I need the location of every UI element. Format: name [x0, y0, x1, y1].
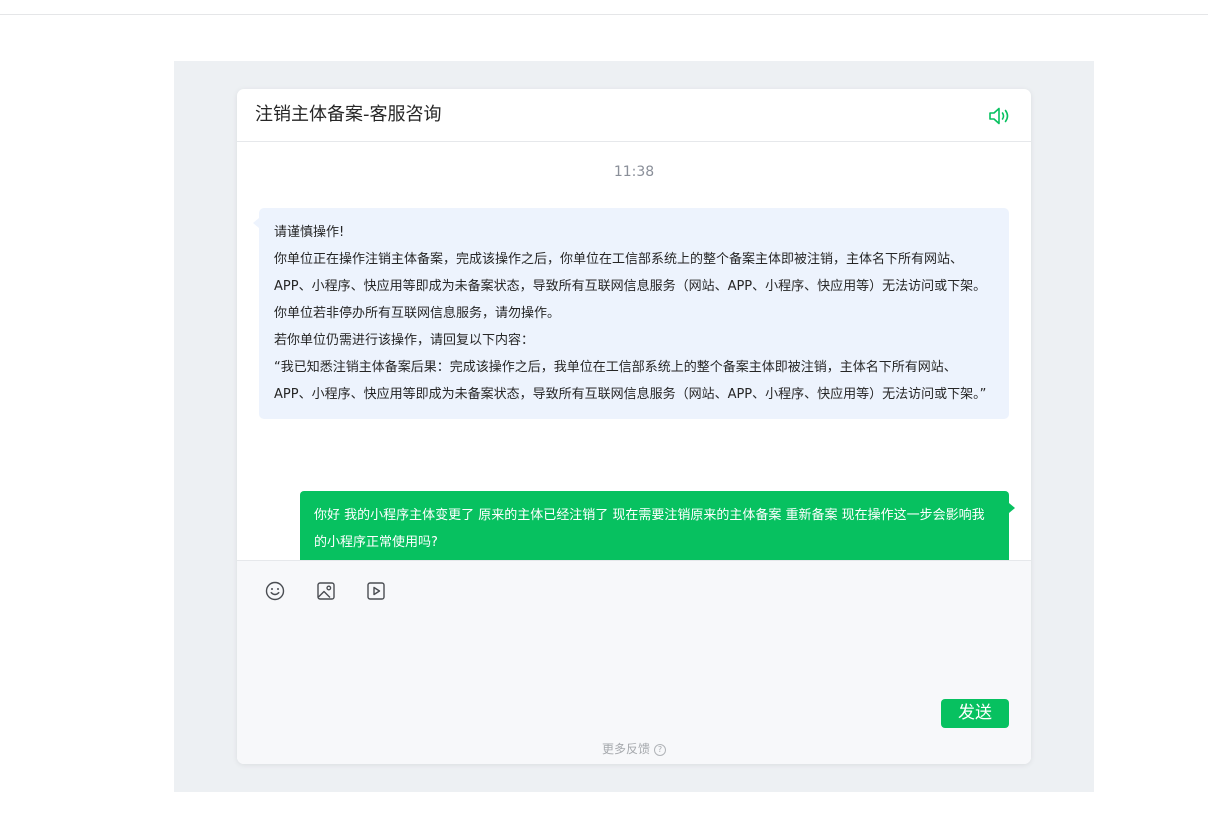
- help-icon: ?: [654, 743, 666, 756]
- emoji-icon[interactable]: [264, 580, 286, 602]
- message-list[interactable]: 11:38 请谨慎操作! 你单位正在操作注销主体备案，完成该操作之后，你单位在工…: [237, 143, 1031, 560]
- message-line: 你单位若非停办所有互联网信息服务，请勿操作。: [274, 306, 561, 321]
- send-button[interactable]: 发送: [941, 699, 1009, 728]
- video-icon[interactable]: [365, 580, 387, 602]
- more-feedback-label: 更多反馈: [601, 742, 650, 756]
- incoming-message-bubble: 请谨慎操作! 你单位正在操作注销主体备案，完成该操作之后，你单位在工信部系统上的…: [253, 208, 1009, 419]
- image-icon[interactable]: [315, 580, 337, 602]
- message-composer[interactable]: 发送 更多反馈?: [237, 560, 1031, 764]
- message-line: “我已知悉注销主体备案后果：完成该操作之后，我单位在工信部系统上的整个备案主体即…: [274, 360, 987, 402]
- chat-title: 注销主体备案-客服咨询: [255, 104, 442, 125]
- message-line: 若你单位仍需进行该操作，请回复以下内容：: [274, 333, 535, 348]
- speaker-icon[interactable]: [987, 104, 1013, 128]
- more-feedback-link[interactable]: 更多反馈?: [237, 741, 1031, 757]
- message-line: 你单位正在操作注销主体备案，完成该操作之后，你单位在工信部系统上的整个备案主体即…: [274, 252, 987, 294]
- outgoing-message-bubble: 你好 我的小程序主体变更了 原来的主体已经注销了 现在需要注销原来的主体备案 重…: [300, 491, 1015, 560]
- chat-window: 注销主体备案-客服咨询 11:38 请谨慎操作! 你单位正在操作注销主体备案，完…: [237, 89, 1031, 764]
- top-divider: [0, 14, 1208, 15]
- chat-header: 注销主体备案-客服咨询: [237, 89, 1031, 142]
- message-timestamp: 11:38: [613, 164, 655, 180]
- message-line: 请谨慎操作!: [274, 225, 345, 240]
